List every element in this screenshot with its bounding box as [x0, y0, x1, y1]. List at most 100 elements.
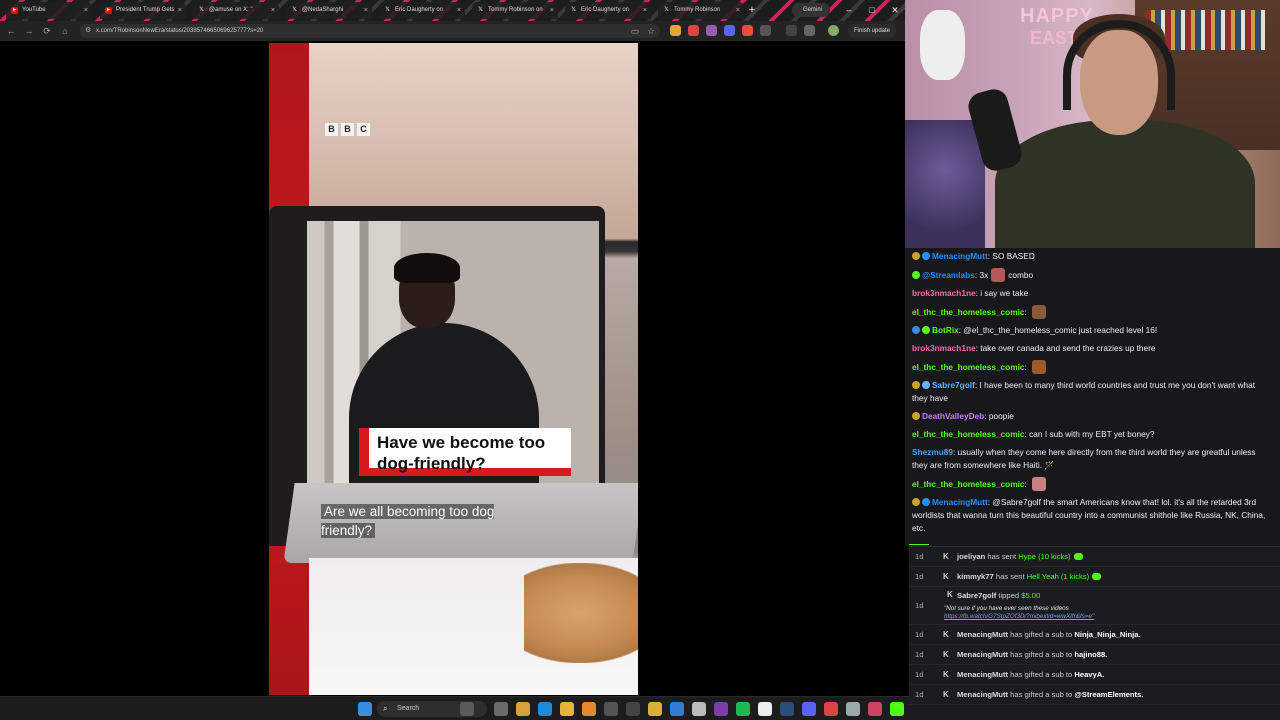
event-action: has gifted a sub to: [1010, 690, 1073, 699]
obs-icon[interactable]: [604, 702, 618, 716]
chat-username[interactable]: brok3nmach1ne: [912, 343, 976, 353]
close-tab-icon[interactable]: ×: [736, 2, 740, 19]
browser-tab[interactable]: 𝕏 Tommy Robinson ×: [658, 2, 744, 19]
steam-icon[interactable]: [780, 702, 794, 716]
event-action: has gifted a sub to: [1010, 670, 1073, 679]
streamer-body: [995, 120, 1255, 248]
extension-icon[interactable]: [742, 25, 753, 36]
close-tab-icon[interactable]: ×: [271, 2, 275, 19]
screen: 𝕏 Tommy Robinson × 𝕏 Eric Daugherty on × 𝕏 Tomm…: [0, 0, 1280, 720]
reload-icon[interactable]: ⟳: [40, 24, 54, 38]
close-tab-icon[interactable]: ×: [84, 2, 88, 19]
windows-start-icon[interactable]: [358, 702, 372, 716]
event-username[interactable]: Sabre7golf: [957, 591, 996, 600]
discord-icon[interactable]: [802, 702, 816, 716]
downloads-icon[interactable]: [804, 25, 815, 36]
edge-icon[interactable]: [538, 702, 552, 716]
chat-text: take over canada and send the crazies up…: [980, 343, 1156, 353]
close-tab-icon[interactable]: ×: [364, 2, 368, 19]
forward-icon[interactable]: →: [22, 24, 36, 38]
extension-icon[interactable]: [688, 25, 699, 36]
chat-username[interactable]: Sabre7golf: [932, 380, 975, 390]
chat-username[interactable]: @Streamlabs: [922, 270, 975, 280]
side-panel-icon[interactable]: [786, 25, 797, 36]
browser-tab[interactable]: ▸ President Trump Gets ×: [100, 2, 186, 19]
close-window-button[interactable]: ✕: [886, 2, 904, 18]
terminal-icon[interactable]: [626, 702, 640, 716]
user-badge-icon: [912, 252, 920, 260]
maximize-button[interactable]: □: [863, 2, 881, 18]
event-username[interactable]: MenacingMutt: [957, 670, 1008, 679]
back-icon[interactable]: ←: [4, 24, 18, 38]
chat-username[interactable]: el_thc_the_homeless_comic: [912, 429, 1025, 439]
chat-username[interactable]: brok3nmach1ne: [912, 288, 976, 298]
event-target[interactable]: hajino88.: [1074, 650, 1107, 659]
new-tab-button[interactable]: +: [746, 3, 758, 17]
bookmark-star-icon[interactable]: ☆: [644, 24, 658, 38]
browser-tab[interactable]: 𝕏 Eric Daugherty on ×: [379, 2, 465, 19]
chat-username[interactable]: BotRix: [932, 325, 959, 335]
chrome-canary-icon[interactable]: [582, 702, 596, 716]
close-tab-icon[interactable]: ×: [550, 2, 554, 19]
chat-username[interactable]: el_thc_the_homeless_comic: [912, 307, 1025, 317]
browser-tab[interactable]: 𝕏 Tommy Robinson on ×: [472, 2, 558, 19]
minimize-button[interactable]: –: [840, 2, 858, 18]
kick-icon[interactable]: [890, 702, 904, 716]
slack-icon[interactable]: [714, 702, 728, 716]
browser-tab[interactable]: 𝕏 Eric Daugherty on ×: [565, 2, 651, 19]
profile-avatar[interactable]: [828, 25, 839, 36]
event-username[interactable]: MenacingMutt: [957, 650, 1008, 659]
vscode-icon[interactable]: [670, 702, 684, 716]
emote-icon: [1032, 360, 1047, 374]
chat-username[interactable]: DeathValleyDeb: [922, 411, 984, 421]
photos-icon[interactable]: [868, 702, 882, 716]
browser-tab[interactable]: 𝕏 @amuse on X: " ×: [193, 2, 279, 19]
tip-link[interactable]: https://fb.watch/G7StpZOf3D/?mibextid=ww…: [944, 613, 1094, 621]
extension-icon[interactable]: [706, 25, 717, 36]
extension-icon[interactable]: [724, 25, 735, 36]
user-badge-icon: [912, 498, 920, 506]
chat-username[interactable]: MenacingMutt: [932, 497, 988, 507]
github-icon[interactable]: [692, 702, 706, 716]
task-view-icon[interactable]: [494, 702, 508, 716]
event-username[interactable]: joeliyan: [957, 552, 985, 561]
chat-text: i say we take: [980, 288, 1029, 298]
home-icon[interactable]: ⌂: [58, 24, 72, 38]
cast-icon[interactable]: ▭: [628, 24, 642, 38]
chat-username[interactable]: Shezmu89: [912, 447, 953, 457]
chat-divider: [905, 538, 1280, 546]
widgets-icon[interactable]: [460, 702, 474, 716]
browser-tab[interactable]: 𝕏 @NedaSharghi ×: [286, 2, 372, 19]
chat-message: Shezmu89: usually when they come here di…: [912, 447, 1256, 470]
site-info-icon[interactable]: ⚙: [85, 24, 91, 38]
folder-icon[interactable]: [648, 702, 662, 716]
file-explorer-icon[interactable]: [516, 702, 530, 716]
close-tab-icon[interactable]: ×: [178, 2, 182, 19]
notion-icon[interactable]: [758, 702, 772, 716]
finish-update-button[interactable]: Finish update: [848, 24, 896, 38]
maps-icon[interactable]: [824, 702, 838, 716]
event-target[interactable]: HeavyA.: [1074, 670, 1104, 679]
chrome-icon[interactable]: [560, 702, 574, 716]
chat-username[interactable]: MenacingMutt: [932, 251, 988, 261]
chat-username[interactable]: el_thc_the_homeless_comic: [912, 479, 1025, 489]
event-row: 1d K Sabre7golf tipped $5.00 "Not sure if y…: [909, 587, 1280, 625]
chat-username[interactable]: el_thc_the_homeless_comic: [912, 362, 1025, 372]
event-time: 1d: [915, 690, 924, 699]
snipping-icon[interactable]: [846, 702, 860, 716]
extensions-puzzle-icon[interactable]: [760, 25, 771, 36]
event-username[interactable]: MenacingMutt: [957, 630, 1008, 639]
event-username[interactable]: MenacingMutt: [957, 690, 1008, 699]
close-tab-icon[interactable]: ×: [457, 2, 461, 19]
spotify-icon[interactable]: [736, 702, 750, 716]
url-field[interactable]: ⚙ x.com/TRobinsonNewEra/status/203857466…: [80, 24, 660, 38]
chat-panel: MenacingMutt: SO BASED @Streamlabs: 3x com…: [905, 248, 1280, 538]
event-target[interactable]: @StreamElements.: [1074, 690, 1143, 699]
close-tab-icon[interactable]: ×: [643, 2, 647, 19]
video-player[interactable]: B B C Have we become too dog-friendly? A…: [269, 43, 638, 695]
event-username[interactable]: kimmyk77: [957, 572, 994, 581]
event-target[interactable]: Ninja_Ninja_Ninja.: [1074, 630, 1140, 639]
gemini-button[interactable]: Gemini: [792, 3, 830, 17]
browser-tab[interactable]: ▸ YouTube ×: [6, 2, 92, 19]
extension-icon[interactable]: [670, 25, 681, 36]
